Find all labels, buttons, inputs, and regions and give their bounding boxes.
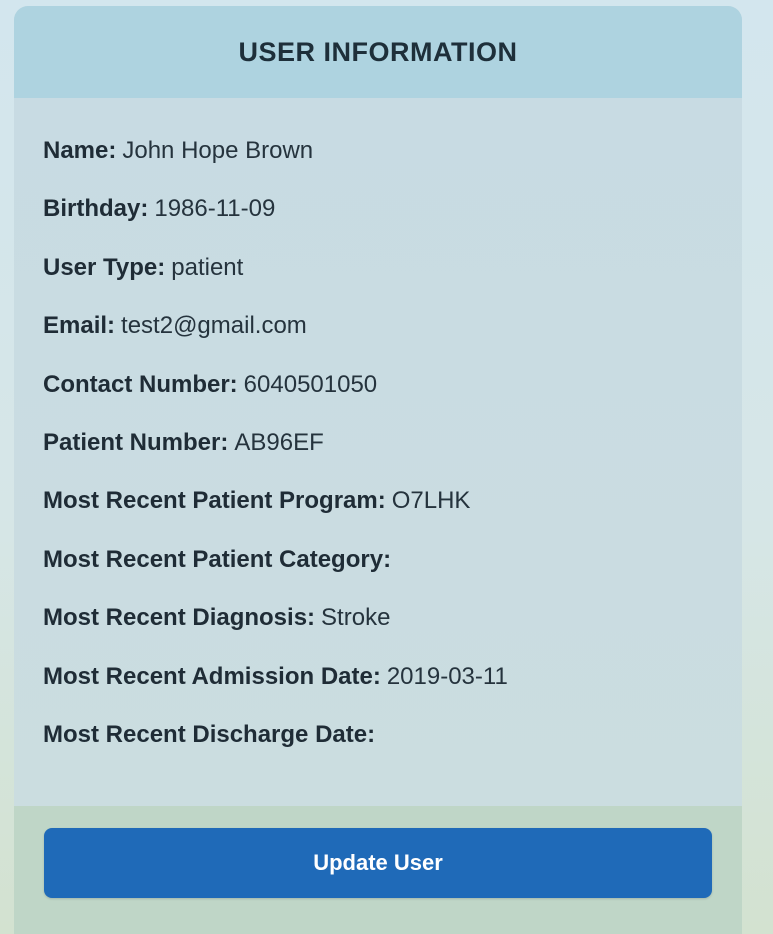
user-details: Name: John Hope Brown Birthday: 1986-11-09… (14, 98, 742, 806)
field-diagnosis: Most Recent Diagnosis: Stroke (43, 603, 742, 661)
field-label: Most Recent Admission Date: (43, 662, 381, 690)
field-name: Name: John Hope Brown (43, 136, 742, 194)
field-value: 6040501050 (243, 370, 378, 398)
field-value: patient (171, 253, 244, 281)
field-contact-number: Contact Number: 6040501050 (43, 370, 742, 428)
field-birthday: Birthday: 1986-11-09 (43, 194, 742, 252)
field-label: Most Recent Patient Category: (43, 545, 392, 573)
card-footer: Update User (14, 806, 742, 934)
field-label: Patient Number: (43, 428, 229, 456)
field-value: 1986-11-09 (154, 195, 276, 223)
field-patient-program: Most Recent Patient Program: O7LHK (43, 486, 742, 544)
field-user-type: User Type: patient (43, 253, 742, 311)
card-title: USER INFORMATION (238, 36, 518, 67)
field-patient-category: Most Recent Patient Category: (43, 545, 742, 603)
field-label: Birthday: (43, 195, 149, 223)
field-value: Stroke (321, 604, 391, 632)
field-value: AB96EF (234, 428, 324, 456)
field-email: Email: test2@gmail.com (43, 311, 742, 369)
field-label: Most Recent Patient Program: (43, 487, 386, 515)
card-header: USER INFORMATION (14, 6, 742, 98)
field-value: test2@gmail.com (121, 312, 307, 340)
field-value: 2019-03-11 (386, 662, 508, 690)
field-discharge-date: Most Recent Discharge Date: (43, 720, 742, 778)
field-label: Most Recent Discharge Date: (43, 720, 376, 748)
field-label: User Type: (43, 253, 166, 281)
field-admission-date: Most Recent Admission Date: 2019-03-11 (43, 662, 742, 720)
field-patient-number: Patient Number: AB96EF (43, 428, 742, 486)
field-value: John Hope Brown (122, 137, 314, 164)
field-label: Email: (43, 312, 116, 340)
field-label: Name: (43, 137, 117, 164)
field-label: Most Recent Diagnosis: (43, 604, 316, 632)
update-user-button[interactable]: Update User (44, 828, 712, 898)
user-information-card: USER INFORMATION Name: John Hope Brown Bi… (14, 6, 742, 934)
field-value: O7LHK (391, 487, 471, 515)
field-label: Contact Number: (43, 370, 238, 398)
